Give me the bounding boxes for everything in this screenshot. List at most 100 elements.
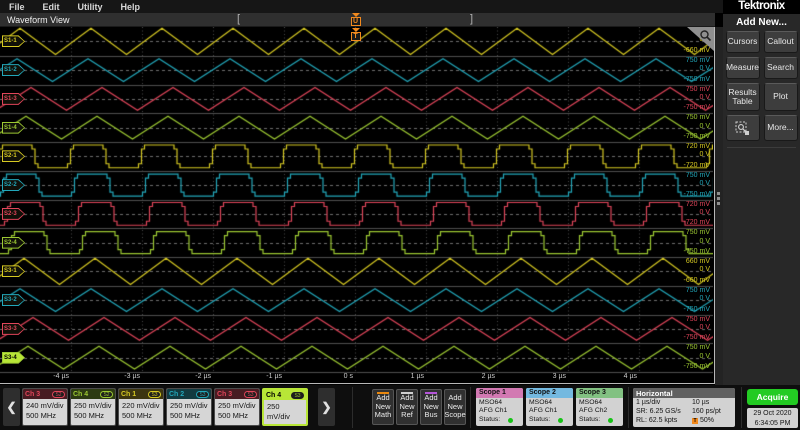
scope-model: MSO64 — [479, 399, 520, 407]
status-ok-icon — [608, 418, 613, 423]
horizontal-value: 50% — [700, 416, 714, 425]
scroll-channels-right-button[interactable]: ❯ — [318, 388, 335, 426]
voltage-label: -750 mV — [684, 363, 710, 371]
add-new-scope-button[interactable]: Add New Scope — [444, 389, 466, 425]
status-ok-icon — [558, 418, 563, 423]
channel-bandwidth: 500 MHz — [122, 411, 160, 421]
time-axis-label: 3 µs — [553, 373, 566, 380]
voltage-label: -750 mV — [684, 334, 710, 342]
horizontal-title: Horizontal — [633, 388, 735, 398]
voltage-label: 750 mV — [686, 229, 710, 237]
expansion-bracket-left: [ — [237, 13, 240, 25]
scope-card-title: Scope 3 — [576, 388, 623, 398]
channel-bandwidth: 500 MHz — [26, 411, 64, 421]
menu-help[interactable]: Help — [121, 2, 141, 12]
voltage-label: 750 mV — [686, 287, 710, 295]
channel-card-s2-ch3[interactable]: Ch 3S2240 mV/div500 MHz — [22, 388, 68, 426]
voltage-label: 720 mV — [686, 143, 710, 151]
time-axis-label: -3 µs — [124, 373, 140, 380]
time-axis-label: -2 µs — [195, 373, 211, 380]
zoom-tool-button[interactable] — [726, 115, 760, 141]
status-ok-icon — [508, 418, 513, 423]
time-axis-label: 4 µs — [624, 373, 637, 380]
channel-card-s3-ch4[interactable]: Ch 4S3250 mV/div500 MHz — [262, 388, 308, 426]
channel-card-s3-ch1[interactable]: Ch 1S3220 mV/div500 MHz — [118, 388, 164, 426]
scope-card-title: Scope 1 — [476, 388, 523, 398]
scope-status-label: Status: — [479, 416, 500, 424]
voltage-label: 750 mV — [686, 57, 710, 65]
scope-card-title: Scope 2 — [526, 388, 573, 398]
plot-button[interactable]: Plot — [764, 83, 798, 111]
right-sidebar: Tektronix Add New... Cursors Callout Mea… — [723, 0, 800, 385]
channel-bandwidth: 500 MHz — [218, 411, 256, 421]
expansion-point-icon: U — [351, 17, 361, 26]
expansion-point-marker[interactable]: U — [350, 13, 361, 26]
sidebar-buttons: Cursors Callout Measure Search Results T… — [723, 29, 800, 141]
datetime-display: 29 Oct 2020 6:34:05 PM — [747, 408, 798, 428]
voltage-label: 750 mV — [686, 316, 710, 324]
voltage-label: 750 mV — [686, 172, 710, 180]
channel-card-s3-ch3[interactable]: Ch 3S3250 mV/div500 MHz — [214, 388, 260, 426]
waveform-grid: S1-1S1-2S1-3S1-4S2-1S2-2S2-3S2-4S3-1S3-2… — [0, 27, 715, 384]
horizontal-value: SR: 6.25 GS/s — [636, 407, 692, 416]
add-new-ref-button[interactable]: Add New Ref — [396, 389, 418, 425]
measure-button[interactable]: Measure — [726, 57, 760, 79]
results-table-button[interactable]: Results Table — [726, 83, 760, 111]
scope-model: MSO64 — [579, 399, 620, 407]
menu-utility[interactable]: Utility — [78, 2, 103, 12]
add-new-bus-button[interactable]: Add New Bus — [420, 389, 442, 425]
add-button-stripe — [425, 392, 437, 394]
more-button[interactable]: More... — [764, 115, 798, 141]
bottom-divider — [628, 387, 629, 428]
add-button-stripe — [401, 392, 413, 394]
scroll-channels-left-button[interactable]: ❮ — [3, 388, 20, 426]
cursors-button[interactable]: Cursors — [726, 31, 760, 53]
voltage-label: 0 V — [699, 65, 710, 73]
channel-scale: 250 mV/div — [170, 401, 208, 411]
time-text: 6:34:05 PM — [747, 419, 798, 429]
marquee-zoom-icon — [735, 121, 750, 136]
callout-button[interactable]: Callout — [764, 31, 798, 53]
horizontal-value: RL: 62.5 kpts — [636, 416, 692, 425]
channel-card-name: Ch 2 — [169, 391, 184, 398]
waveform-view-header: Waveform View [ ] U — [0, 13, 715, 27]
scope-1-card[interactable]: Scope 1MSO64AFG Ch1Status: — [476, 388, 523, 426]
scope-status-label: Status: — [529, 416, 550, 424]
menu-bar: File Edit Utility Help — [0, 0, 723, 13]
voltage-label: -660 mV — [684, 277, 710, 285]
voltage-label: 750 mV — [686, 344, 710, 352]
voltage-label: 0 V — [699, 295, 710, 303]
scope-source: AFG Ch1 — [529, 407, 570, 415]
menu-file[interactable]: File — [9, 2, 25, 12]
channel-scale: 250 mV/div — [267, 402, 303, 422]
scope-2-card[interactable]: Scope 2MSO64AFG Ch1Status: — [526, 388, 573, 426]
trigger-position-marker[interactable]: T — [350, 28, 361, 41]
search-button[interactable]: Search — [764, 57, 798, 79]
add-button-stripe — [377, 392, 389, 394]
voltage-label: -750 mV — [684, 248, 710, 256]
menu-edit[interactable]: Edit — [43, 2, 60, 12]
voltage-label: 750 mV — [686, 86, 710, 94]
channel-card-s3-ch2[interactable]: Ch 2S3250 mV/div500 MHz — [166, 388, 212, 426]
channel-card-s2-ch4[interactable]: Ch 4S2250 mV/div500 MHz — [70, 388, 116, 426]
channel-card-name: Ch 4 — [73, 391, 88, 398]
voltage-label: 720 mV — [686, 201, 710, 209]
panel-resize-strip — [715, 27, 723, 385]
scope-3-card[interactable]: Scope 3MSO64AFG Ch2Status: — [576, 388, 623, 426]
horizontal-value: 1 µs/div — [636, 398, 692, 407]
voltage-label: -750 mV — [684, 76, 710, 84]
time-axis-label: 2 µs — [482, 373, 495, 380]
panel-resize-handle[interactable] — [717, 192, 721, 207]
time-axis-label: -1 µs — [266, 373, 282, 380]
voltage-label: 0 V — [699, 151, 710, 159]
scope-tag-badge: S2 — [52, 391, 65, 398]
voltage-label: 0 V — [699, 209, 710, 217]
view-title: Waveform View — [7, 15, 70, 25]
waveform-plot[interactable] — [0, 27, 713, 383]
add-new-math-button[interactable]: Add New Math — [372, 389, 394, 425]
channel-bandwidth: 500 MHz — [267, 422, 303, 427]
bottom-divider — [352, 387, 353, 428]
acquire-button[interactable]: Acquire — [747, 389, 798, 405]
bottom-divider — [470, 387, 471, 428]
horizontal-panel[interactable]: Horizontal 1 µs/div10 µsSR: 6.25 GS/s160… — [633, 388, 735, 427]
